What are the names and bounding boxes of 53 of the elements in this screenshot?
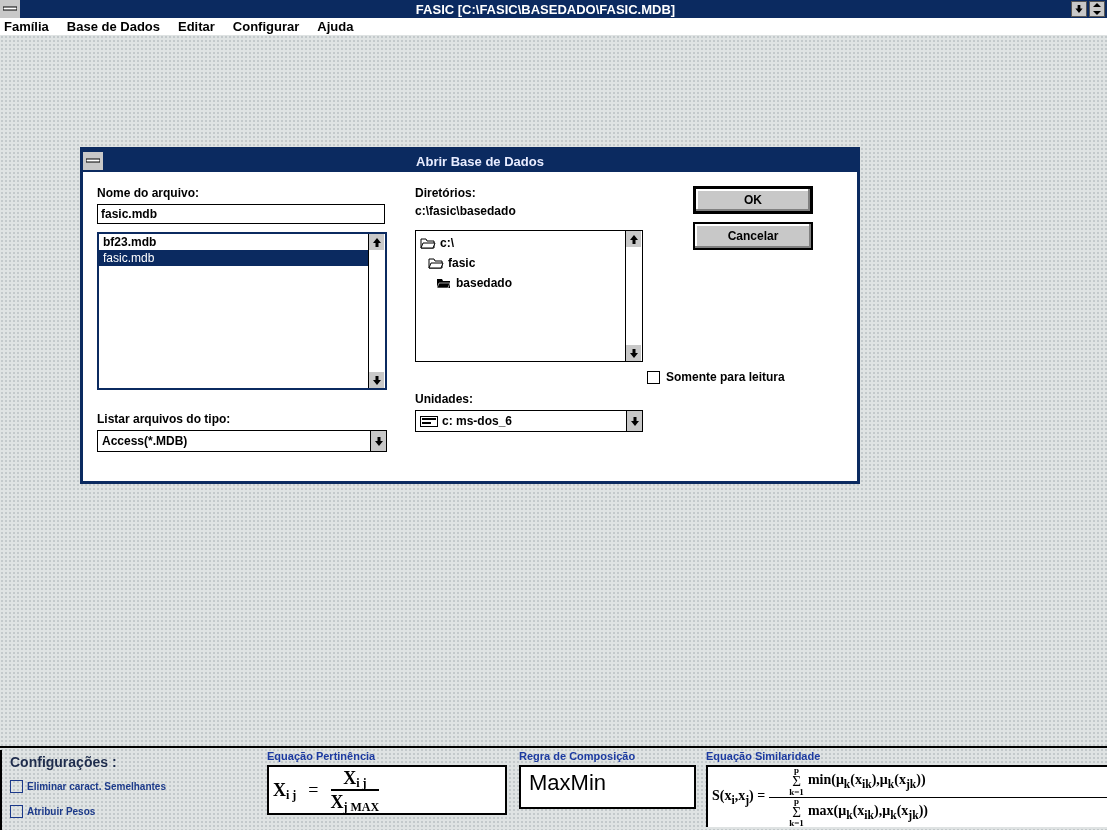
sum-sign: Σ (792, 806, 801, 819)
composition-value: MaxMin (519, 765, 696, 809)
checkbox[interactable] (647, 370, 660, 384)
directory-item[interactable]: basedado (456, 276, 512, 290)
drive-icon (420, 415, 438, 427)
scroll-down-icon[interactable] (626, 345, 641, 361)
directory-item[interactable]: c:\ (440, 236, 454, 250)
checkbox-label[interactable]: Eliminar caract. Semelhantes (27, 781, 166, 792)
menu-item[interactable]: Família (4, 19, 49, 34)
sum-sign: Σ (792, 775, 801, 788)
menu-item[interactable]: Base de Dados (66, 19, 160, 34)
section-title: Equação Similaridade (706, 750, 822, 764)
sum-upper-limit: p (794, 797, 800, 806)
filename-field[interactable]: fasic.mdb (97, 204, 385, 224)
directory-path: c:\fasic\basedado (415, 204, 517, 220)
scroll-up-icon[interactable] (626, 231, 641, 247)
equals-sign: = (308, 779, 319, 801)
formula-term: X$_{i j}$ (273, 779, 297, 801)
menu-item[interactable]: Configurar (232, 19, 300, 34)
checkbox-label[interactable]: Atribuir Pesos (27, 806, 96, 817)
drive-dropdown[interactable]: c: ms-dos_6 (415, 410, 643, 432)
minimize-icon[interactable] (1071, 1, 1087, 17)
sum-upper-limit: p (794, 766, 800, 775)
menu-item[interactable]: Editar (178, 19, 215, 34)
field-label: Unidades: (415, 392, 474, 408)
section-title: Configurações : (10, 754, 118, 770)
menu-item[interactable]: Ajuda (317, 19, 354, 34)
sum-lower-limit: k=1 (789, 819, 804, 828)
sum-lower-limit: k=1 (789, 788, 804, 797)
formula-term: min(μ$_{k}$(x$_{ik}$),μ$_{k}$(x$_{jk}$)) (807, 772, 926, 791)
scroll-up-icon[interactable] (369, 234, 384, 250)
field-label: Diretórios: (415, 186, 477, 202)
file-item[interactable]: bf23.mdb (99, 234, 368, 250)
checkbox[interactable] (10, 805, 23, 818)
checkbox[interactable] (10, 780, 23, 793)
formula-term: S(x$_{i}$,x$_{j}$) = (712, 787, 766, 807)
formula-term: max(μ$_{k}$(x$_{ik}$),μ$_{k}$(x$_{jk}$)) (807, 803, 928, 822)
restore-icon[interactable] (1089, 1, 1105, 17)
field-label: Listar arquivos do tipo: (97, 412, 232, 428)
dialog-title: Abrir Base de Dados (415, 153, 545, 169)
checkbox-label[interactable]: Somente para leitura (666, 370, 785, 384)
directory-item[interactable]: fasic (448, 256, 476, 270)
section-title: Equação Pertinência (267, 750, 377, 764)
system-menu-icon[interactable] (83, 152, 103, 170)
file-type-dropdown[interactable]: Access(*.MDB) (97, 430, 387, 452)
dialog-button[interactable]: OK (693, 186, 813, 214)
system-menu-icon[interactable] (0, 0, 20, 18)
section-title: Regra de Composição (519, 750, 637, 764)
field-label: Nome do arquivo: (97, 186, 200, 202)
window-title: FASIC [C:\FASIC\BASEDADO\FASIC.MDB] (414, 1, 677, 17)
file-item[interactable]: fasic.mdb (99, 250, 368, 266)
dialog-button[interactable]: Cancelar (693, 222, 813, 250)
scroll-down-icon[interactable] (369, 372, 384, 388)
